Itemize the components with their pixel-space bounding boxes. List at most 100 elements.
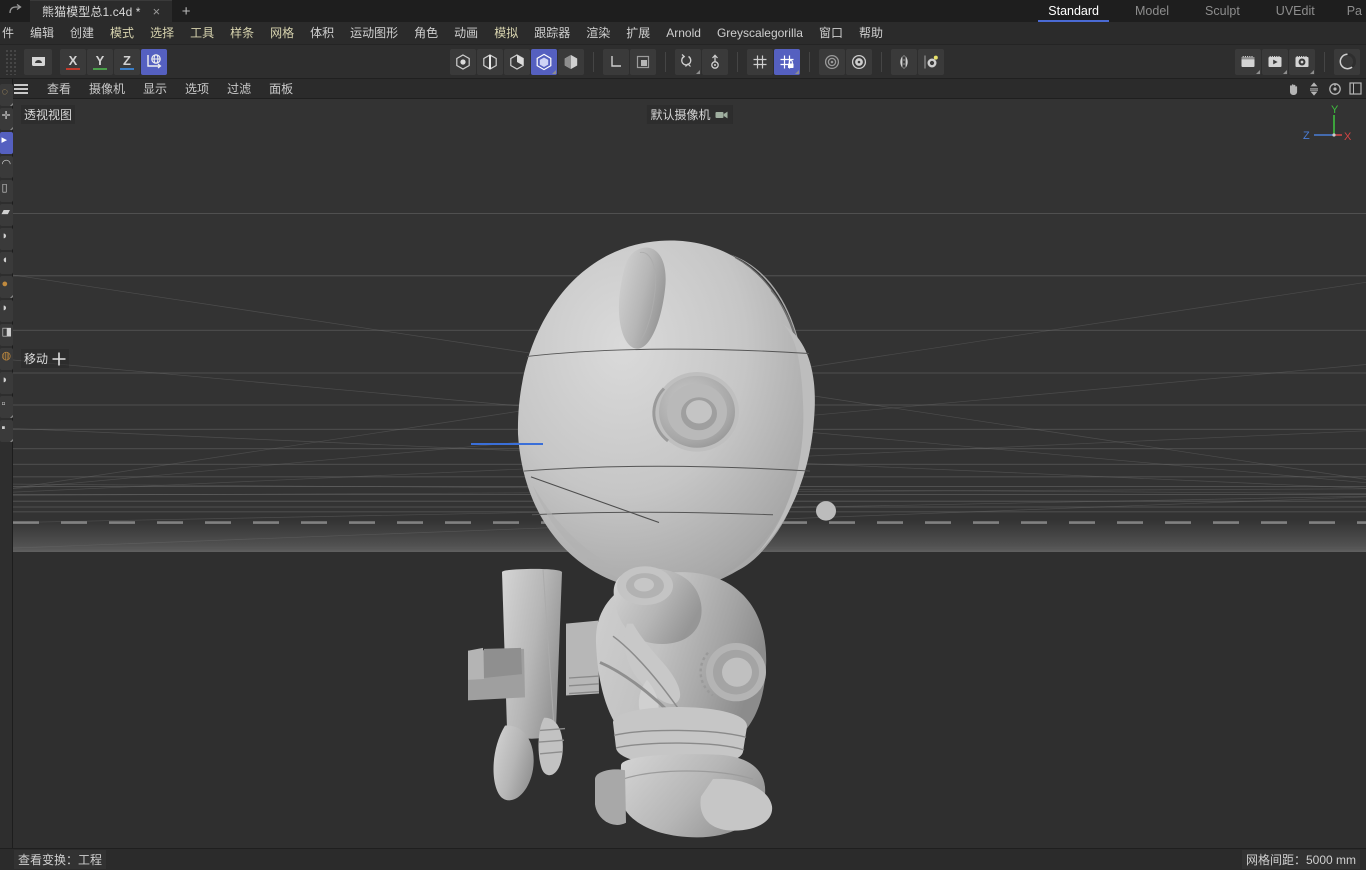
viewport-solo-icon[interactable]: [819, 48, 845, 75]
viewport-menu-camera[interactable]: 摄像机: [80, 79, 134, 99]
polygon-mode-icon[interactable]: [504, 48, 530, 75]
menu-volume[interactable]: 体积: [302, 22, 342, 45]
viewport-view-label[interactable]: 透视视图: [21, 105, 76, 124]
camera-icon[interactable]: [715, 110, 729, 120]
snap-icon[interactable]: [747, 48, 773, 75]
menu-simulate[interactable]: 模拟: [486, 22, 526, 45]
document-tab[interactable]: 熊猫模型总1.c4d * ×: [30, 0, 173, 22]
rotate-icon[interactable]: [1328, 82, 1342, 96]
light-object-icon[interactable]: ◍: [0, 348, 13, 370]
menu-create[interactable]: 创建: [62, 22, 102, 45]
enable-axis-icon[interactable]: [630, 48, 656, 75]
quantize-icon[interactable]: [675, 48, 701, 75]
toolbar-grip[interactable]: [5, 48, 17, 75]
undo-redo-history-icon[interactable]: [24, 48, 52, 75]
viewport-camera-label[interactable]: 默认摄像机: [646, 105, 733, 124]
render-to-picture-viewer-icon[interactable]: [1262, 48, 1288, 75]
axis-mode-icon[interactable]: [603, 48, 629, 75]
gizmo-z-label: Z: [1303, 130, 1310, 142]
toolbar-separator-3: [737, 51, 738, 72]
nurbs-generator-icon[interactable]: ◖: [0, 252, 13, 274]
camera-object-icon[interactable]: ◨: [0, 324, 13, 346]
array-generator-icon[interactable]: ●: [0, 276, 13, 298]
menu-extensions[interactable]: 扩展: [618, 22, 658, 45]
menu-file[interactable]: 件: [0, 22, 22, 45]
object-axis-tool-icon[interactable]: ▯: [0, 180, 13, 202]
symmetry-mirror-icon[interactable]: [891, 48, 917, 75]
render-region-icon[interactable]: ▫: [0, 396, 13, 418]
viewport-3d[interactable]: 透视视图 默认摄像机 移动 Y Z X: [13, 99, 1366, 848]
viewport-active-tool[interactable]: 移动: [21, 349, 70, 368]
point-mode-icon[interactable]: [450, 48, 476, 75]
modeling-settings-icon[interactable]: [918, 48, 944, 75]
render-settings-icon[interactable]: [1289, 48, 1315, 75]
dolly-icon[interactable]: [1307, 81, 1321, 96]
arnold-render-icon[interactable]: [1334, 48, 1360, 75]
viewport-menu-display[interactable]: 显示: [134, 79, 176, 99]
axis-lock-y-button[interactable]: Y: [87, 48, 113, 75]
spline-pen-icon[interactable]: ◗: [0, 228, 13, 250]
render-view-icon[interactable]: [1235, 48, 1261, 75]
menu-tracker[interactable]: 跟踪器: [526, 22, 578, 45]
menu-window[interactable]: 窗口: [811, 22, 851, 45]
mograph-tool-icon[interactable]: ▪: [0, 420, 13, 442]
workplane-icon[interactable]: [702, 48, 728, 75]
menu-greyscalegorilla[interactable]: Greyscalegorilla: [709, 22, 811, 45]
axis-lock-x-button[interactable]: X: [60, 48, 86, 75]
material-icon[interactable]: ◗: [0, 372, 13, 394]
viewport-menu-options[interactable]: 选项: [176, 79, 218, 99]
arnold-group: [1330, 48, 1364, 75]
menu-spline[interactable]: 样条: [222, 22, 262, 45]
viewport-settings-icon[interactable]: [846, 48, 872, 75]
scale-tool-icon[interactable]: ▸: [0, 132, 13, 154]
viewport-menu-filter[interactable]: 过滤: [218, 79, 260, 99]
tab-sculpt[interactable]: Sculpt: [1187, 0, 1258, 22]
selection-indicator: [471, 443, 543, 445]
viewport-menu-view[interactable]: 查看: [38, 79, 80, 99]
history-group: [20, 48, 56, 75]
axis-lock-z-button[interactable]: Z: [114, 48, 140, 75]
menu-character[interactable]: 角色: [406, 22, 446, 45]
selection-tool-icon[interactable]: ◌: [0, 84, 13, 106]
maximize-view-icon[interactable]: [1349, 82, 1362, 95]
character-body: [468, 566, 773, 838]
menu-mograph[interactable]: 运动图形: [342, 22, 406, 45]
menu-render[interactable]: 渲染: [578, 22, 618, 45]
edge-mode-icon[interactable]: [477, 48, 503, 75]
axis-x-underline: [66, 67, 80, 70]
menu-animation[interactable]: 动画: [446, 22, 486, 45]
tab-paint-label: Pa: [1346, 4, 1362, 18]
deformer-icon[interactable]: ◗: [0, 300, 13, 322]
texture-mode-icon[interactable]: [558, 48, 584, 75]
axis-gizmo[interactable]: Y Z X: [1296, 105, 1354, 151]
toolbar-separator-4: [809, 51, 810, 72]
cube-primitive-icon[interactable]: ▰: [0, 204, 13, 226]
rotate-tool-icon[interactable]: ◠: [0, 156, 13, 178]
world-object-coordinate-icon[interactable]: [141, 48, 167, 75]
menu-arnold[interactable]: Arnold: [658, 22, 709, 45]
axis-lock-group: X Y Z: [56, 48, 171, 75]
menu-edit[interactable]: 编辑: [22, 22, 62, 45]
viewport-menu-icon[interactable]: [14, 83, 28, 94]
close-icon[interactable]: ×: [149, 4, 165, 19]
snap-lock-icon[interactable]: [774, 48, 800, 75]
menu-mesh[interactable]: 网格: [262, 22, 302, 45]
toolbar-separator-6: [1324, 51, 1325, 72]
toolbar-separator-2: [665, 51, 666, 72]
toolbar-right-groups: [1231, 48, 1366, 75]
tab-model[interactable]: Model: [1117, 0, 1187, 22]
tab-uvedit[interactable]: UVEdit: [1258, 0, 1333, 22]
menu-mode[interactable]: 模式: [102, 22, 142, 45]
character-model-3d[interactable]: [13, 99, 1366, 848]
new-document-button[interactable]: +: [172, 0, 200, 22]
menu-help[interactable]: 帮助: [851, 22, 891, 45]
undo-arrow-icon[interactable]: [0, 0, 30, 22]
menu-tools[interactable]: 工具: [182, 22, 222, 45]
menu-select[interactable]: 选择: [142, 22, 182, 45]
viewport-menu-panel[interactable]: 面板: [260, 79, 302, 99]
tab-paint[interactable]: Pa: [1333, 0, 1366, 22]
tab-standard[interactable]: Standard: [1030, 0, 1117, 22]
pan-hand-icon[interactable]: [1286, 82, 1300, 96]
model-mode-icon[interactable]: [531, 48, 557, 75]
move-tool-icon[interactable]: ✛: [0, 108, 13, 130]
